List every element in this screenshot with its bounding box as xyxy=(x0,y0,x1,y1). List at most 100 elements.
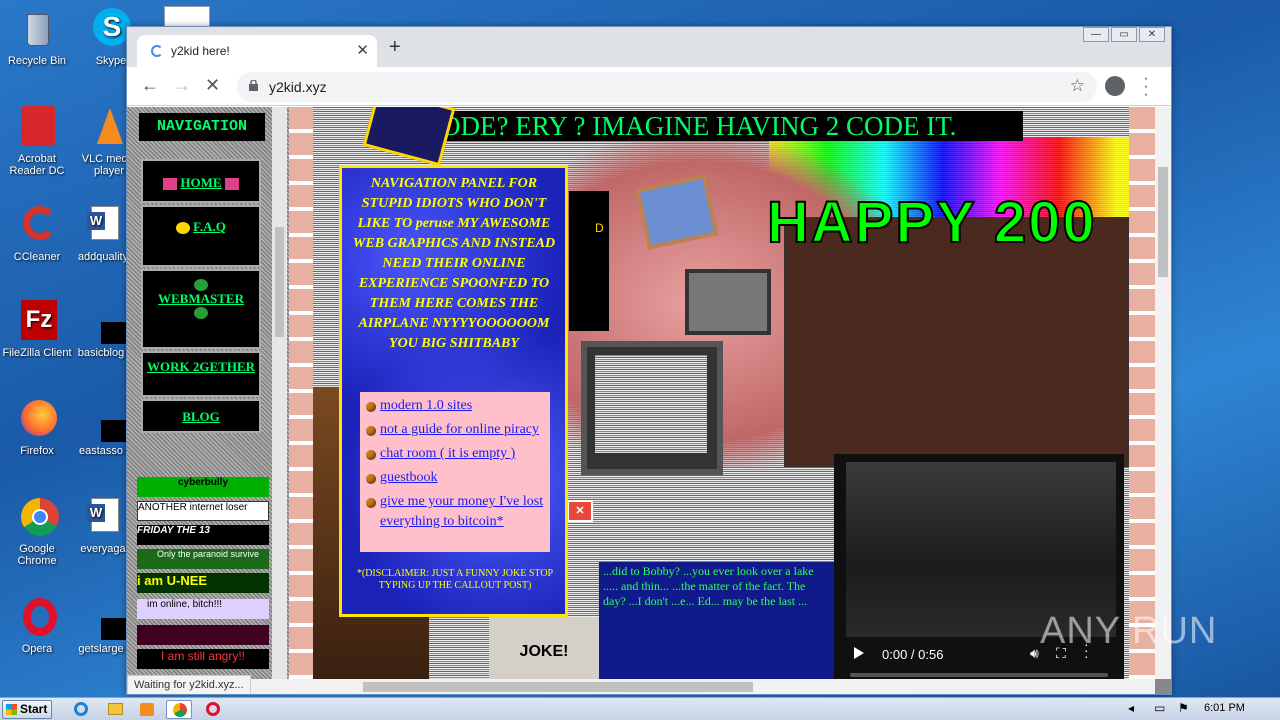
tray-expand-icon[interactable]: ◂ xyxy=(1128,701,1134,715)
blacked-out-file-icon xyxy=(79,398,137,442)
play-icon[interactable] xyxy=(854,647,864,659)
back-arrow-icon[interactable]: ← xyxy=(141,75,159,95)
maximize-button[interactable]: ▭ xyxy=(1111,27,1137,42)
chrome-icon xyxy=(15,496,59,540)
question-icon xyxy=(176,222,191,235)
close-window-button[interactable]: ✕ xyxy=(1139,27,1165,42)
page-horizontal-scrollbar[interactable] xyxy=(127,679,1155,694)
desktop-icon-acrobat[interactable]: Acrobat Reader DC xyxy=(0,106,74,177)
scroll-thumb[interactable] xyxy=(1158,167,1168,277)
navigation-panel: NAVIGATION PANEL FOR STUPID IDIOTS WHO D… xyxy=(339,165,568,617)
nav-link-home[interactable]: HOME xyxy=(180,175,221,190)
link-guestbook[interactable]: guestbook xyxy=(380,470,438,485)
new-tab-icon[interactable]: + xyxy=(389,37,401,57)
page-vertical-scrollbar[interactable] xyxy=(1155,107,1171,679)
chrome-taskbar-icon[interactable] xyxy=(166,700,192,719)
desktop-icon-ccleaner[interactable]: CCleaner xyxy=(0,204,74,263)
teeth-strip-graphic xyxy=(289,107,313,679)
side-banner[interactable]: FRIDAY THE 13 xyxy=(137,525,269,545)
side-banner[interactable]: im online, bitch!!! xyxy=(137,599,269,619)
bookmark-star-icon[interactable]: ☆ xyxy=(1070,76,1085,96)
scroll-thumb[interactable] xyxy=(363,682,753,692)
start-button[interactable]: Start xyxy=(2,700,52,719)
side-banner[interactable]: i am U-NEE xyxy=(137,573,269,593)
loading-spinner-icon xyxy=(151,45,163,57)
list-item: chat room ( it is empty ) xyxy=(366,444,546,464)
ie-icon[interactable] xyxy=(68,700,94,719)
clock[interactable]: 6:01 PM xyxy=(1204,702,1245,714)
nav-link-work-together[interactable]: WORK 2GETHER xyxy=(147,359,255,374)
url-text[interactable]: y2kid.xyz xyxy=(269,79,327,95)
address-bar[interactable]: y2kid.xyz ☆ xyxy=(237,72,1097,102)
link-chat-room[interactable]: chat room ( it is empty ) xyxy=(380,446,515,461)
happy-text: HAPPY 200 xyxy=(766,189,1097,256)
smiley-text-area: ...did to Bobby? ...you ever look over a… xyxy=(599,562,835,679)
tab-close-icon[interactable]: ✕ xyxy=(356,41,369,59)
joke-window: JOKE! xyxy=(489,617,599,679)
side-banner[interactable]: Only the paranoid survive xyxy=(137,549,269,569)
side-banner[interactable]: ANOTHER internet loser xyxy=(137,501,269,521)
nav-item-webmaster[interactable]: WEBMASTER xyxy=(141,269,261,349)
opera-icon xyxy=(15,596,59,640)
side-banner[interactable]: cyberbully xyxy=(137,477,269,497)
minimize-button[interactable]: — xyxy=(1083,27,1109,42)
link-modern-sites[interactable]: modern 1.0 sites xyxy=(380,398,472,413)
globe-icon xyxy=(194,307,208,320)
nav-link-faq[interactable]: F.A.Q xyxy=(193,219,226,234)
opera-taskbar-icon[interactable] xyxy=(200,700,226,719)
list-item: modern 1.0 sites xyxy=(366,396,546,416)
flag-icon[interactable]: ⚑ xyxy=(1178,701,1189,715)
main-content-frame: CODE? ERY ? IMAGINE HAVING 2 CODE IT. HA… xyxy=(289,107,1155,679)
list-item: guestbook xyxy=(366,468,546,488)
side-banner[interactable] xyxy=(137,625,269,645)
browser-toolbar: ← → ✕ y2kid.xyz ☆ · · · xyxy=(127,67,1171,106)
desktop-icon-firefox[interactable]: Firefox xyxy=(0,398,74,457)
acrobat-icon xyxy=(15,106,59,150)
ccleaner-icon xyxy=(15,204,59,248)
scroll-thumb[interactable] xyxy=(275,227,284,337)
side-banner[interactable]: I am still angry!! xyxy=(137,649,269,669)
popup-close-icon[interactable]: ✕ xyxy=(567,500,593,522)
lock-icon xyxy=(249,80,258,91)
nav-item-work-together[interactable]: WORK 2GETHER xyxy=(141,351,261,397)
video-progress-bar[interactable] xyxy=(850,673,1108,677)
media-player-icon[interactable] xyxy=(134,700,160,719)
static-tv-graphic xyxy=(581,341,723,475)
browser-window: y2kid here! ✕ + — ▭ ✕ ← → ✕ y2kid.xyz ☆ … xyxy=(126,26,1172,695)
vlc-icon xyxy=(87,106,131,150)
title-bar: y2kid here! ✕ + — ▭ ✕ xyxy=(127,27,1171,67)
nav-item-blog[interactable]: BLOG xyxy=(141,399,261,433)
desktop-icon-filezilla[interactable]: Fz FileZilla Client xyxy=(0,300,74,359)
link-give-money[interactable]: give me your money I've lost everything … xyxy=(380,494,543,529)
disclaimer-text: *(DISCLAIMER: JUST A FUNNY JOKE STOP TYP… xyxy=(356,568,554,591)
profile-avatar-icon[interactable] xyxy=(1105,76,1125,96)
desktop-icon-chrome[interactable]: Google Chrome xyxy=(0,496,74,567)
desktop-icon-opera[interactable]: Opera xyxy=(0,596,74,655)
black-banner-fragment: D xyxy=(569,191,609,331)
link-piracy-guide[interactable]: not a guide for online piracy xyxy=(380,422,539,437)
nav-item-faq[interactable]: F.A.Q xyxy=(141,205,261,267)
list-item: not a guide for online piracy xyxy=(366,420,546,440)
video-time: 0:00 / 0:56 xyxy=(882,647,944,662)
volume-icon[interactable]: 🔊︎ xyxy=(1030,645,1039,662)
left-nav-frame: NAVIGATION HOME F.A.Q WEBMASTER WORK 2GE… xyxy=(127,107,289,679)
network-icon[interactable]: ▭ xyxy=(1154,701,1165,715)
panel-text: NAVIGATION PANEL FOR STUPID IDIOTS WHO D… xyxy=(352,176,556,351)
desktop-icon-recycle-bin[interactable]: Recycle Bin xyxy=(0,8,74,67)
nav-item-home[interactable]: HOME xyxy=(141,159,261,203)
recycle-bin-icon xyxy=(15,8,59,52)
forward-arrow-icon[interactable]: → xyxy=(173,75,191,95)
blacked-out-file-icon xyxy=(79,596,137,640)
nav-link-webmaster[interactable]: WEBMASTER xyxy=(158,291,244,306)
tab-title: y2kid here! xyxy=(171,44,230,58)
nav-link-blog[interactable]: BLOG xyxy=(182,409,220,424)
page-viewport: NAVIGATION HOME F.A.Q WEBMASTER WORK 2GE… xyxy=(127,107,1171,694)
house-icon xyxy=(163,178,178,191)
stop-loading-icon[interactable]: ✕ xyxy=(205,75,220,95)
word-doc-icon: W xyxy=(81,496,125,540)
left-frame-scrollbar[interactable] xyxy=(272,107,287,679)
tab-y2kid[interactable]: y2kid here! ✕ xyxy=(137,35,377,67)
explorer-icon[interactable] xyxy=(102,700,128,719)
menu-dots-icon[interactable]: · · · xyxy=(1143,71,1149,103)
teeth-strip-graphic xyxy=(1129,107,1155,679)
